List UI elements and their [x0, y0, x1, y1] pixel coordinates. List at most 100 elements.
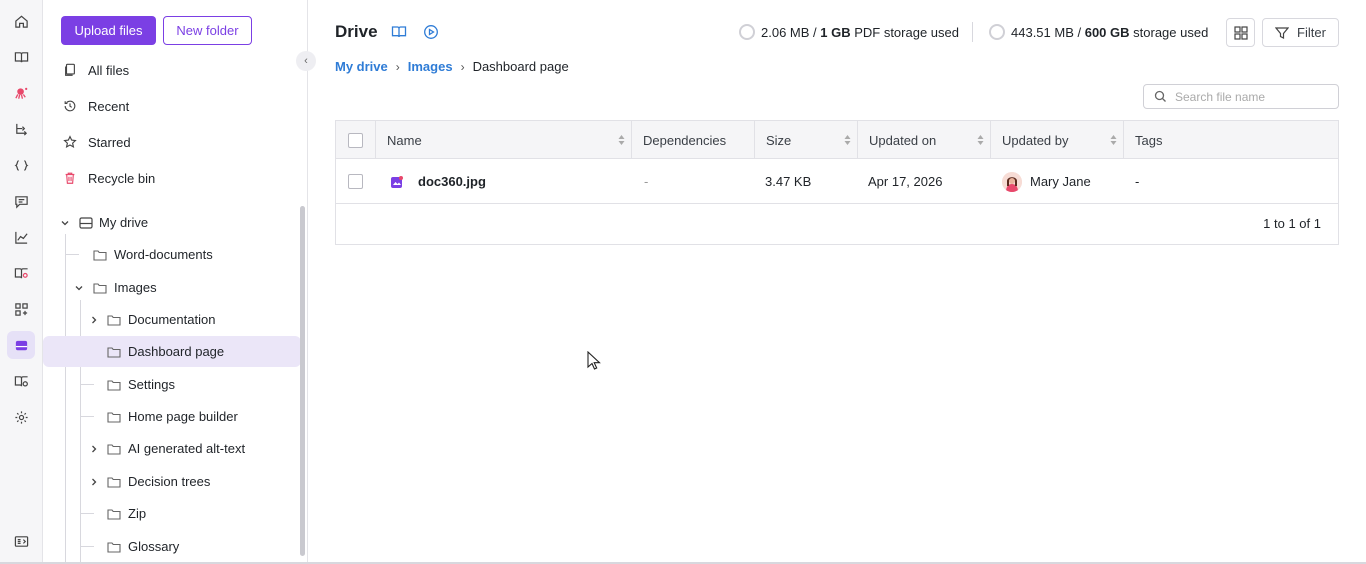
table-header: Name Dependencies Size Updated on Update… [336, 121, 1338, 159]
trash-icon [65, 172, 75, 184]
octopus-icon[interactable] [7, 79, 35, 107]
column-label: Size [766, 132, 792, 148]
pagination-info: 1 to 1 of 1 [1263, 216, 1321, 231]
nav-recycle-bin[interactable]: Recycle bin [63, 167, 155, 189]
tree-item-dashboard-page[interactable]: Dashboard page [43, 336, 301, 367]
folder-icon [93, 282, 107, 294]
chevron-right-icon: › [460, 59, 465, 74]
breadcrumb-images[interactable]: Images [408, 59, 453, 74]
storage-ring-icon [739, 24, 755, 40]
folder-icon [107, 476, 121, 488]
play-video-icon[interactable] [423, 24, 439, 40]
folder-icon [107, 314, 121, 326]
grid-view-button[interactable] [1226, 18, 1255, 47]
nav-all-files[interactable]: All files [63, 59, 129, 81]
image-file-icon [391, 175, 403, 188]
tree-label: Glossary [128, 539, 180, 554]
panel-toggle-icon[interactable] [7, 527, 35, 555]
breadcrumb: My drive › Images › Dashboard page [335, 59, 569, 74]
folder-icon [107, 379, 121, 391]
analytics-icon[interactable] [7, 223, 35, 251]
filter-button[interactable]: Filter [1262, 18, 1339, 47]
tree-label: Documentation [128, 312, 216, 327]
column-label: Updated on [869, 132, 937, 148]
tree-item-zip[interactable]: Zip [43, 498, 301, 529]
chevron-down-icon[interactable] [74, 283, 84, 293]
column-name[interactable]: Name [376, 121, 632, 159]
storage-used: 443.51 MB / [1011, 24, 1085, 40]
tree-item-ai-generated-alt-text[interactable]: AI generated alt-text [43, 433, 301, 464]
breadcrumb-current: Dashboard page [472, 59, 569, 74]
folder-icon [107, 541, 121, 553]
column-dependencies: Dependencies [632, 121, 755, 159]
breadcrumb-my-drive[interactable]: My drive [335, 59, 388, 74]
tree-item-images[interactable]: Images [43, 272, 301, 303]
row-select-cell [348, 159, 363, 204]
dependencies-cell: - [644, 174, 649, 189]
storage-indicator: 443.51 MB / 600 GB storage used [989, 24, 1208, 40]
folder-icon [107, 411, 121, 423]
book-open-icon[interactable] [391, 24, 407, 40]
chevron-down-icon[interactable] [60, 218, 70, 228]
files-table: Name Dependencies Size Updated on Update… [335, 120, 1339, 245]
tree-item-documentation[interactable]: Documentation [43, 304, 301, 335]
new-folder-button[interactable]: New folder [163, 16, 252, 45]
size-cell: 3.47 KB [765, 174, 812, 189]
tree-item-home-page-builder[interactable]: Home page builder [43, 401, 301, 432]
history-icon [64, 100, 76, 112]
pdf-storage-total: 1 GB [820, 24, 851, 40]
sort-icon[interactable] [1110, 134, 1117, 146]
table-row[interactable]: doc360.jpg - 3.47 KB Apr 17, 2026 Mary J… [336, 159, 1338, 204]
grid-icon [1233, 25, 1248, 40]
code-icon[interactable] [7, 151, 35, 179]
book-icon[interactable] [7, 43, 35, 71]
tree-item-word-documents[interactable]: Word-documents [43, 239, 301, 270]
sidebar-scrollbar[interactable] [300, 206, 305, 556]
nav-label: Recycle bin [88, 170, 156, 186]
icon-rail [0, 0, 43, 564]
tree-label: My drive [99, 215, 149, 230]
search-input[interactable] [1175, 89, 1335, 104]
nav-starred[interactable]: Starred [63, 131, 131, 153]
gear-icon[interactable] [7, 403, 35, 431]
sort-icon[interactable] [844, 134, 851, 146]
column-updated-by[interactable]: Updated by [991, 121, 1124, 159]
chevron-right-icon[interactable] [89, 315, 99, 325]
apps-icon[interactable] [7, 295, 35, 323]
drive-icon[interactable] [7, 331, 35, 359]
search-box[interactable] [1143, 84, 1339, 109]
sort-icon[interactable] [977, 134, 984, 146]
row-checkbox[interactable] [348, 174, 363, 189]
chevron-right-icon: › [395, 59, 400, 74]
select-all-checkbox[interactable] [348, 132, 363, 148]
tree-item-glossary[interactable]: Glossary [43, 531, 301, 562]
tree-item-settings[interactable]: Settings [43, 369, 301, 400]
file-name-cell[interactable]: doc360.jpg [390, 159, 486, 204]
settings-book-icon[interactable] [7, 367, 35, 395]
tree-label: AI generated alt-text [128, 441, 246, 456]
tree-item-my-drive[interactable]: My drive [43, 207, 301, 238]
search-icon [1154, 90, 1166, 102]
column-size[interactable]: Size [755, 121, 858, 159]
chevron-right-icon[interactable] [89, 477, 99, 487]
nav-label: Recent [88, 98, 130, 114]
column-updated-on[interactable]: Updated on [858, 121, 991, 159]
tree-item-decision-trees[interactable]: Decision trees [43, 466, 301, 497]
chevron-right-icon[interactable] [89, 444, 99, 454]
upload-files-button[interactable]: Upload files [61, 16, 156, 45]
comment-icon[interactable] [7, 187, 35, 215]
tags-cell: - [1135, 174, 1140, 189]
file-name[interactable]: doc360.jpg [418, 174, 486, 189]
storage-ring-icon [989, 24, 1005, 40]
tree-label: Zip [128, 506, 147, 521]
page-title: Drive [335, 22, 378, 41]
tree-label: Dashboard page [128, 344, 225, 359]
workflow-icon[interactable] [7, 115, 35, 143]
storage-total: 600 GB [1084, 24, 1130, 40]
folder-icon [107, 443, 121, 455]
knowledge-icon[interactable] [7, 259, 35, 287]
sort-icon[interactable] [618, 134, 625, 146]
home-icon[interactable] [7, 7, 35, 35]
nav-recent[interactable]: Recent [63, 95, 129, 117]
folder-icon [107, 508, 121, 520]
